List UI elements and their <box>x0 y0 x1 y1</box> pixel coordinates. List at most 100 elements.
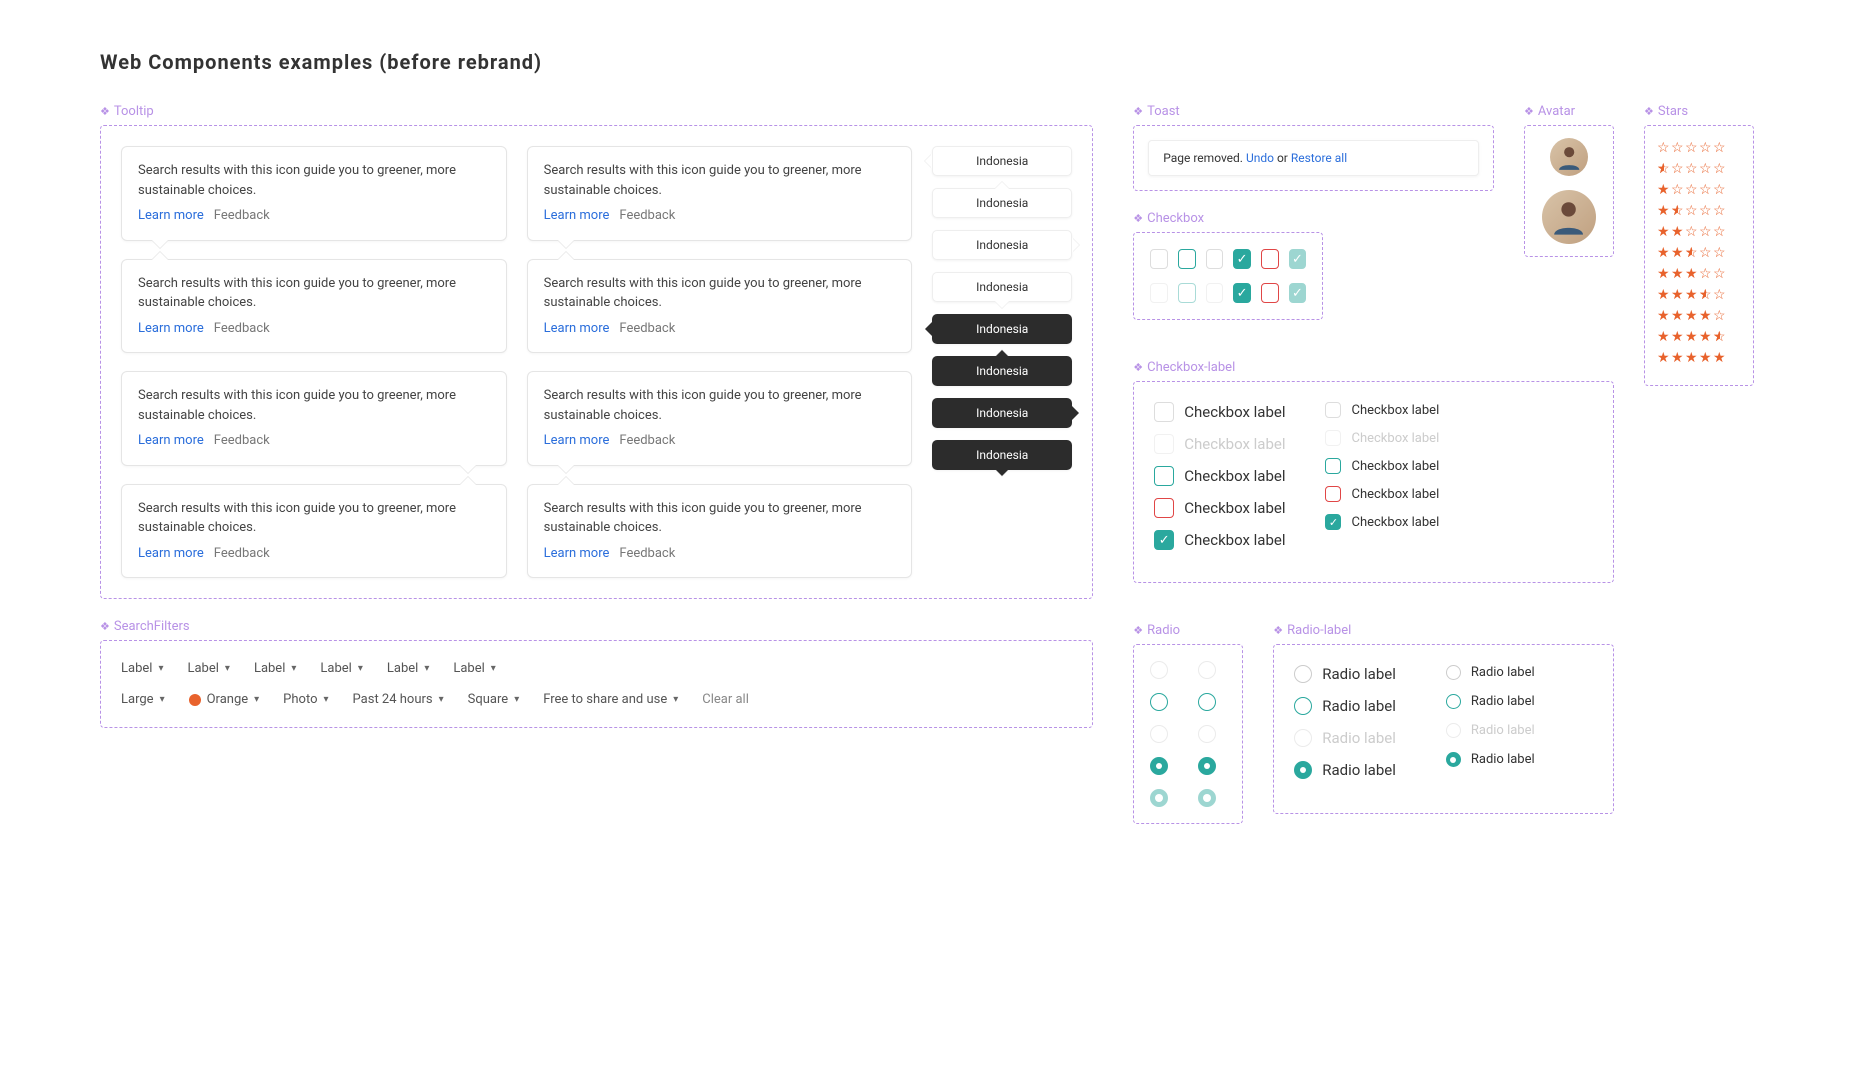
tooltip-pill: Indonesia <box>932 272 1072 302</box>
checkbox-disabled <box>1178 283 1196 303</box>
checkbox-row[interactable]: Checkbox label <box>1325 458 1439 474</box>
checkbox-error[interactable] <box>1261 249 1279 269</box>
filter-license[interactable]: Free to share and use▾ <box>543 692 678 707</box>
chevron-down-icon: ▾ <box>358 663 363 674</box>
filter-freshness[interactable]: Past 24 hours▾ <box>353 692 444 707</box>
feedback-link[interactable]: Feedback <box>619 208 675 223</box>
section-label-radio: Radio <box>1133 623 1243 638</box>
checkbox-checked-light[interactable]: ✓ <box>1289 283 1307 303</box>
chevron-down-icon: ▾ <box>673 694 678 705</box>
toast-message: Page removed. Undo or Restore all <box>1148 140 1479 176</box>
radio-row-disabled: Radio label <box>1446 723 1535 738</box>
filter-chip[interactable]: Label▾ <box>320 661 362 676</box>
restore-link[interactable]: Restore all <box>1291 151 1347 165</box>
section-label-searchfilters: SearchFilters <box>100 619 1093 634</box>
feedback-link[interactable]: Feedback <box>619 321 675 336</box>
star-rating-row <box>1657 224 1741 240</box>
chevron-down-icon: ▾ <box>439 694 444 705</box>
checkbox[interactable] <box>1178 249 1196 269</box>
tooltip-card: Search results with this icon guide you … <box>527 484 913 579</box>
filter-color[interactable]: Orange▾ <box>189 692 260 707</box>
filter-chip[interactable]: Label▾ <box>453 661 495 676</box>
radio-selected[interactable] <box>1198 757 1216 775</box>
feedback-link[interactable]: Feedback <box>214 321 270 336</box>
radio-selected-light[interactable] <box>1150 789 1168 807</box>
checkbox-label-group: Checkbox label Checkbox label Checkbox l… <box>1133 381 1614 583</box>
checkbox-row[interactable]: Checkbox label <box>1325 486 1439 502</box>
checkbox-checked[interactable]: ✓ <box>1233 249 1251 269</box>
checkbox-row[interactable]: ✓Checkbox label <box>1154 530 1285 550</box>
star-rating-row <box>1657 161 1741 177</box>
checkbox-row[interactable]: Checkbox label <box>1154 498 1285 518</box>
radio-row[interactable]: Radio label <box>1446 694 1535 709</box>
chevron-down-icon: ▾ <box>158 663 163 674</box>
learn-more-link[interactable]: Learn more <box>544 546 610 561</box>
radio-disabled <box>1198 725 1216 743</box>
tooltip-card: Search results with this icon guide you … <box>121 259 507 354</box>
learn-more-link[interactable]: Learn more <box>138 546 204 561</box>
checkbox-row[interactable]: Checkbox label <box>1154 402 1285 422</box>
chevron-down-icon: ▾ <box>424 663 429 674</box>
star-rating-row <box>1657 245 1741 261</box>
radio-row[interactable]: Radio label <box>1446 752 1535 767</box>
checkbox-row-disabled: Checkbox label <box>1154 434 1285 454</box>
avatar-large <box>1542 190 1596 244</box>
clear-all-button[interactable]: Clear all <box>702 692 749 707</box>
star-rating-row <box>1657 266 1741 282</box>
checkbox[interactable] <box>1206 249 1224 269</box>
searchfilters-group: Label▾ Label▾ Label▾ Label▾ Label▾ Label… <box>100 640 1093 728</box>
checkbox-row[interactable]: ✓Checkbox label <box>1325 514 1439 530</box>
filter-layout[interactable]: Square▾ <box>468 692 520 707</box>
radio-row[interactable]: Radio label <box>1446 665 1535 680</box>
filter-chip[interactable]: Label▾ <box>387 661 429 676</box>
learn-more-link[interactable]: Learn more <box>138 433 204 448</box>
filter-chip[interactable]: Label▾ <box>187 661 229 676</box>
learn-more-link[interactable]: Learn more <box>544 433 610 448</box>
radio-selected-light[interactable] <box>1198 789 1216 807</box>
feedback-link[interactable]: Feedback <box>214 546 270 561</box>
filter-type[interactable]: Photo▾ <box>283 692 328 707</box>
avatar-group <box>1524 125 1614 257</box>
feedback-link[interactable]: Feedback <box>619 546 675 561</box>
learn-more-link[interactable]: Learn more <box>138 208 204 223</box>
tooltip-card: Search results with this icon guide you … <box>121 371 507 466</box>
checkbox-row[interactable]: Checkbox label <box>1154 466 1285 486</box>
star-rating-row <box>1657 140 1741 156</box>
radio-row[interactable]: Radio label <box>1294 665 1396 683</box>
feedback-link[interactable]: Feedback <box>214 433 270 448</box>
checkbox-row-disabled: Checkbox label <box>1325 430 1439 446</box>
radio-row[interactable]: Radio label <box>1294 761 1396 779</box>
learn-more-link[interactable]: Learn more <box>138 321 204 336</box>
chevron-down-icon: ▾ <box>160 694 165 705</box>
checkbox-checked-light[interactable]: ✓ <box>1289 249 1307 269</box>
undo-link[interactable]: Undo <box>1246 151 1274 165</box>
filter-chip[interactable]: Label▾ <box>121 661 163 676</box>
section-label-toast: Toast <box>1133 104 1494 119</box>
tooltip-pill: Indonesia <box>932 146 1072 176</box>
checkbox-checked[interactable]: ✓ <box>1233 283 1251 303</box>
checkbox-row[interactable]: Checkbox label <box>1325 402 1439 418</box>
radio-group <box>1133 644 1243 824</box>
color-swatch-icon <box>189 694 201 706</box>
filter-size[interactable]: Large▾ <box>121 692 165 707</box>
radio[interactable] <box>1150 693 1168 711</box>
section-label-checkbox-label: Checkbox-label <box>1133 360 1614 375</box>
checkbox[interactable] <box>1150 249 1168 269</box>
radio-row[interactable]: Radio label <box>1294 697 1396 715</box>
filter-chip[interactable]: Label▾ <box>254 661 296 676</box>
feedback-link[interactable]: Feedback <box>214 208 270 223</box>
tooltip-card: Search results with this icon guide you … <box>527 146 913 241</box>
page-title: Web Components examples (before rebrand) <box>100 50 1754 74</box>
tooltip-pill-dark: Indonesia <box>932 356 1072 386</box>
checkbox-error[interactable] <box>1261 283 1279 303</box>
checkbox-disabled <box>1150 283 1168 303</box>
radio[interactable] <box>1198 693 1216 711</box>
star-rating-row <box>1657 308 1741 324</box>
chevron-down-icon: ▾ <box>491 663 496 674</box>
feedback-link[interactable]: Feedback <box>619 433 675 448</box>
learn-more-link[interactable]: Learn more <box>544 208 610 223</box>
radio-selected[interactable] <box>1150 757 1168 775</box>
learn-more-link[interactable]: Learn more <box>544 321 610 336</box>
tooltip-pill: Indonesia <box>932 230 1072 260</box>
section-label-radio-label: Radio-label <box>1273 623 1614 638</box>
